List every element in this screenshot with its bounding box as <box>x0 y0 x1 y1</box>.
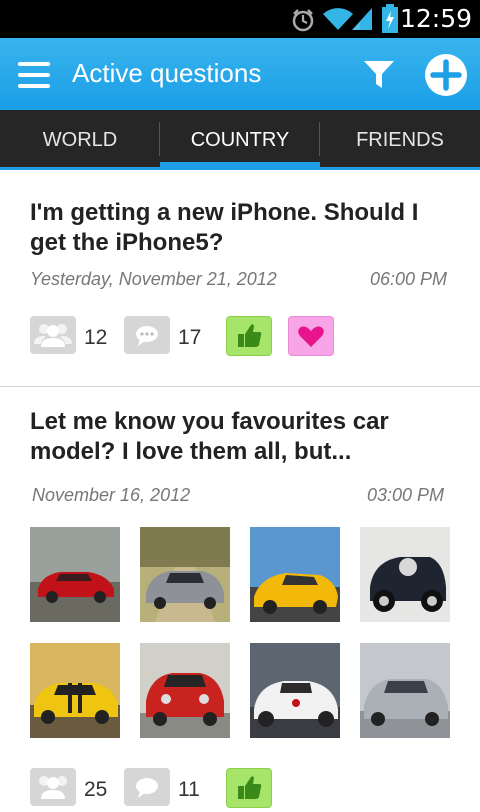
question-text: Let me know you favourites car model? I … <box>30 408 389 465</box>
car-photo-red-classic-bmw[interactable] <box>140 643 230 738</box>
like-button[interactable] <box>226 316 272 356</box>
signal-icon <box>352 8 372 30</box>
participants-icon <box>30 316 76 354</box>
thumbs-up-icon <box>238 324 262 347</box>
car-photo-silver-coupe[interactable] <box>140 527 230 622</box>
question-date: Yesterday, November 21, 2012 <box>30 269 277 289</box>
question-card[interactable]: I'm getting a new iPhone. Should I get t… <box>0 170 480 386</box>
car-photo-silver-luxury-sedan[interactable] <box>360 643 450 738</box>
favorite-button[interactable] <box>288 316 334 356</box>
page-title: Active questions <box>72 58 262 88</box>
filter-icon[interactable] <box>362 58 396 92</box>
question-date: November 16, 2012 <box>32 485 191 505</box>
plus-icon <box>430 59 462 91</box>
car-photo-vintage-black-car[interactable] <box>360 527 450 622</box>
car-photo-red-sports-car[interactable] <box>30 527 120 622</box>
heart-icon <box>298 326 324 347</box>
status-bar: 12:59 <box>0 0 480 38</box>
participants-icon <box>30 768 76 806</box>
tab-country[interactable]: COUNTRY <box>160 110 320 167</box>
question-time: 03:00 PM <box>366 485 444 505</box>
like-button[interactable] <box>226 768 272 808</box>
car-photo-yellow-supercar[interactable] <box>250 527 340 622</box>
participants-count: 12 <box>84 326 108 349</box>
participants-count: 25 <box>84 778 108 801</box>
tab-friends[interactable]: FRIENDS <box>320 110 480 167</box>
alarm-icon <box>292 9 314 32</box>
car-photo-white-concept-car[interactable] <box>250 643 340 738</box>
tab-bar: WORLD COUNTRY FRIENDS <box>0 110 480 170</box>
clock: 12:59 <box>399 4 472 33</box>
add-question-button[interactable] <box>425 54 467 96</box>
battery-icon <box>382 4 398 33</box>
menu-icon[interactable] <box>18 62 50 88</box>
tab-world[interactable]: WORLD <box>0 110 160 167</box>
car-photo-yellow-muscle-car[interactable] <box>30 643 120 738</box>
thumbs-up-icon <box>238 776 262 799</box>
comments-icon <box>124 316 170 354</box>
question-card[interactable]: Let me know you favourites car model? I … <box>0 387 480 808</box>
comments-icon <box>124 768 170 806</box>
comments-count: 17 <box>178 326 202 349</box>
question-time: 06:00 PM <box>369 269 447 289</box>
app-bar: Active questions <box>0 38 480 110</box>
question-text: I'm getting a new iPhone. Should I get t… <box>30 199 419 256</box>
comments-count: 11 <box>178 778 200 801</box>
